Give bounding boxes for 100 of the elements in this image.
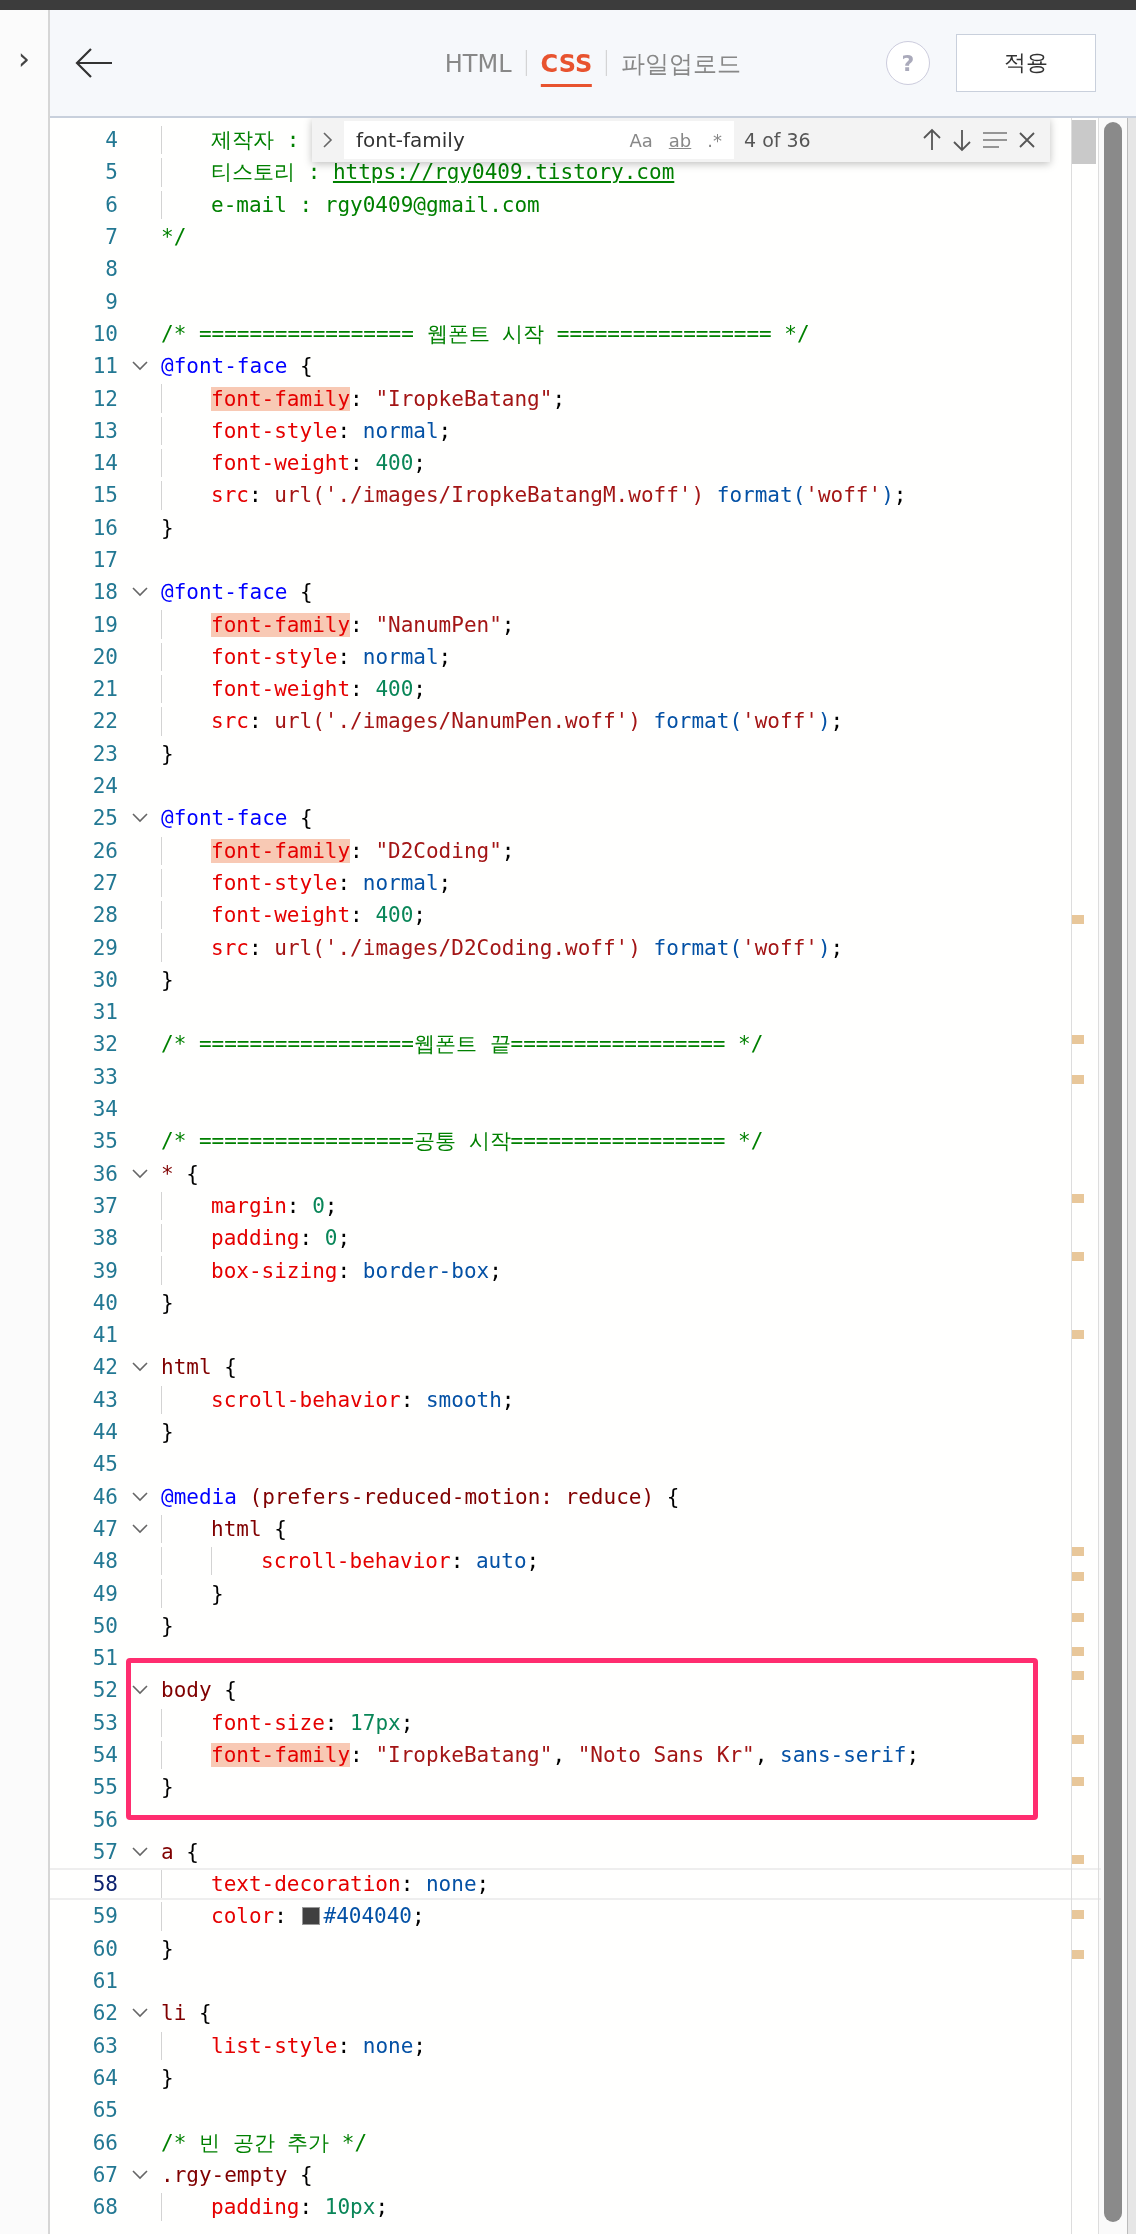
code-token: ;: [501, 612, 515, 637]
line-number: 52: [91, 1678, 118, 1703]
line-number: 38: [91, 1226, 118, 1251]
expand-sidebar-button[interactable]: ›: [14, 44, 34, 74]
chevron-down-icon[interactable]: [130, 1361, 149, 1374]
code-token: @font-face: [161, 354, 288, 379]
code-token: html: [211, 1516, 262, 1541]
code-token: ;: [830, 935, 844, 960]
search-option-toggle[interactable]: Aa: [627, 129, 655, 151]
lines-icon[interactable]: [982, 131, 1008, 149]
chevron-down-icon[interactable]: [130, 1845, 149, 1858]
code-token: color: [211, 1904, 275, 1929]
line-number: 23: [91, 741, 118, 766]
chevron-down-icon[interactable]: [130, 2007, 149, 2020]
code-token: e-mail : rgy0409@gmail.com: [211, 192, 540, 217]
line-number: 32: [91, 1032, 118, 1057]
code-token: }: [161, 1420, 174, 1444]
code-token: "D2Coding": [375, 838, 502, 863]
apply-button[interactable]: 적용: [956, 34, 1096, 92]
ruler-mark: [1072, 1194, 1084, 1203]
chevron-down-icon[interactable]: [130, 1684, 149, 1697]
arrow-up-icon[interactable]: [922, 128, 942, 152]
line-number: 57: [91, 1839, 118, 1864]
line-number: 56: [91, 1807, 118, 1832]
chevron-down-icon[interactable]: [130, 1490, 149, 1503]
code-token: ;: [476, 1872, 490, 1897]
search-option-toggle[interactable]: .*: [705, 129, 724, 151]
code-token: }: [161, 1613, 174, 1638]
code-token: ;: [830, 709, 844, 734]
code-token: none: [362, 2033, 414, 2058]
code-token: }: [161, 1936, 174, 1961]
line-number: 28: [91, 903, 118, 928]
editor-tab[interactable]: 파일업로드: [621, 37, 742, 89]
line-number: 50: [91, 1613, 118, 1638]
code-token: /* 빈 공간 추가 */: [161, 2129, 368, 2157]
chevron-down-icon[interactable]: [130, 812, 149, 825]
code-token: .rgy-empty: [161, 2162, 288, 2187]
line-number: 48: [91, 1549, 118, 1574]
code-token: {: [299, 2162, 313, 2187]
code-token: :: [337, 1258, 352, 1283]
code-token: normal: [362, 870, 439, 895]
ruler-mark: [1072, 1855, 1084, 1864]
code-token: src: [211, 709, 249, 734]
code-token: {: [197, 2001, 212, 2026]
color-swatch[interactable]: [301, 1907, 320, 1926]
code-token: 400: [375, 451, 414, 476]
code-token: 0: [324, 1226, 338, 1251]
code-token: {: [273, 1516, 287, 1541]
code-token: :: [350, 612, 364, 637]
code-token: :: [248, 709, 263, 734]
chevron-down-icon[interactable]: [130, 2168, 149, 2181]
chevron-down-icon[interactable]: [130, 1167, 149, 1180]
code-token: :: [350, 1743, 364, 1767]
code-token: :: [350, 386, 364, 411]
code-token: :: [400, 1872, 415, 1897]
code-token: }: [161, 2065, 174, 2090]
line-number: 68: [91, 2195, 118, 2220]
code-token: :: [324, 1710, 339, 1735]
code-token: normal: [362, 418, 439, 443]
code-token: a: [161, 1839, 174, 1864]
ruler-mark: [1072, 1330, 1084, 1339]
chevron-down-icon[interactable]: [130, 360, 149, 373]
code-token: ): [881, 483, 894, 508]
code-token: smooth: [425, 1387, 502, 1412]
editor-tab[interactable]: HTML: [444, 39, 512, 87]
code-token: li: [161, 2001, 187, 2026]
line-number: 14: [91, 451, 118, 476]
close-icon[interactable]: [1018, 131, 1036, 149]
line-number: 20: [91, 644, 118, 669]
find-field[interactable]: font-family Aa ab .*: [344, 121, 734, 159]
ruler-mark: [1072, 120, 1096, 164]
code-token: /* =================공통 시작================= */: [161, 1128, 764, 1156]
arrow-down-icon[interactable]: [952, 128, 972, 152]
ruler-mark: [1072, 1647, 1084, 1656]
code-token: font-style: [211, 870, 338, 895]
scrollbar-thumb[interactable]: [1104, 122, 1122, 2222]
url-link[interactable]: https://rgy0409.tistory.com: [332, 160, 675, 185]
code-token: @font-face: [161, 806, 288, 831]
line-number: 26: [91, 838, 118, 863]
code-token: :: [299, 1226, 314, 1251]
line-number: 34: [91, 1097, 118, 1122]
line-number: 46: [91, 1484, 118, 1509]
line-number: 19: [91, 612, 118, 637]
chevron-down-icon[interactable]: [130, 1522, 149, 1535]
search-option-toggle[interactable]: ab: [666, 129, 694, 151]
code-token: font-weight: [211, 451, 351, 476]
code-token: url(: [274, 935, 325, 960]
ruler-mark: [1072, 1547, 1084, 1556]
code-token: :: [299, 2195, 314, 2220]
code-token: ;: [375, 2195, 389, 2220]
chevron-down-icon[interactable]: [130, 586, 149, 599]
line-number: 24: [91, 774, 118, 799]
line-number: 12: [91, 386, 118, 411]
code-token: './images/NanumPen.woff': [324, 709, 629, 734]
help-button[interactable]: ?: [886, 41, 930, 85]
code-token: font-weight: [211, 677, 351, 702]
editor-tab[interactable]: CSS: [540, 39, 593, 87]
chevron-right-icon[interactable]: [322, 130, 334, 150]
ruler-mark: [1072, 1735, 1084, 1744]
code-token: :: [286, 1193, 301, 1218]
